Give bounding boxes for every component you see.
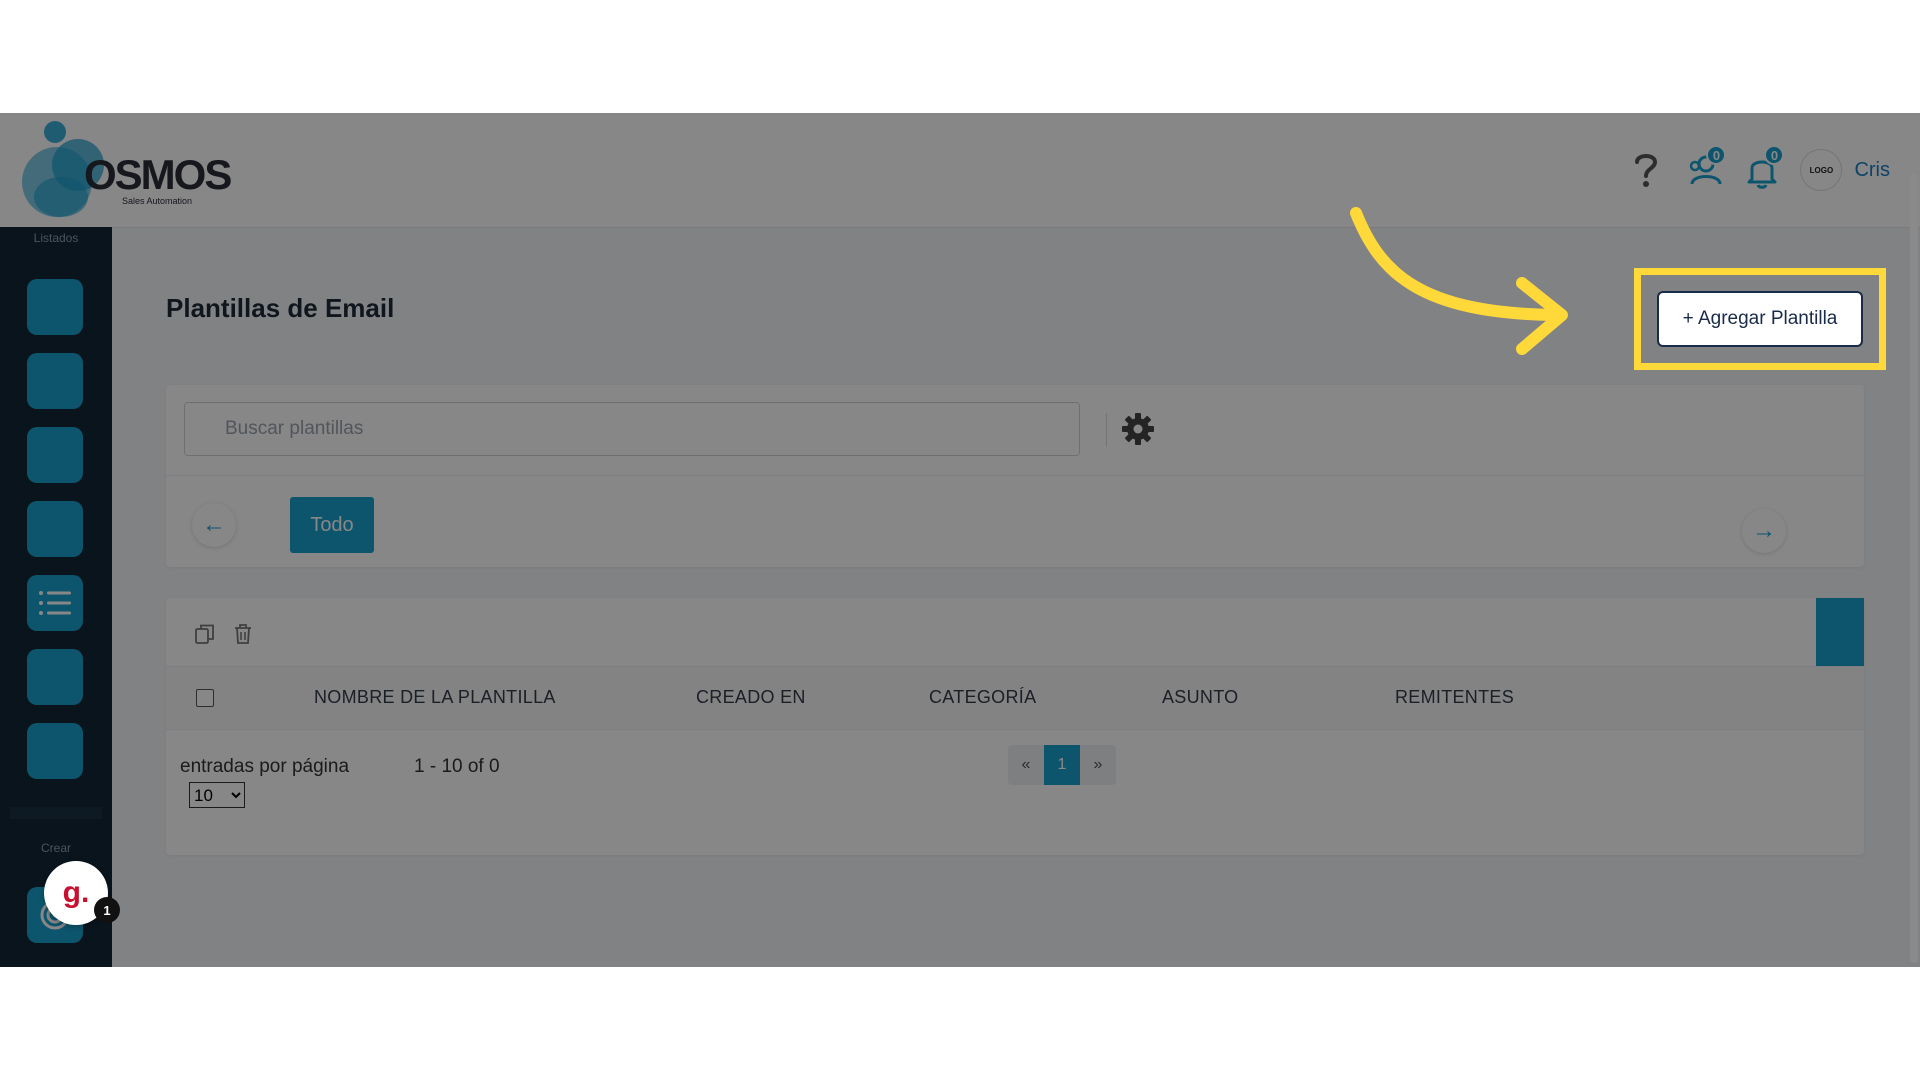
user-name[interactable]: Cris (1854, 159, 1890, 182)
sidebar-item-2[interactable] (27, 353, 83, 409)
sidebar-item-7[interactable] (27, 723, 83, 779)
arrow-left-icon[interactable]: ← (192, 503, 236, 547)
divider (166, 475, 1864, 476)
templates-table-card: NOMBRE DE LA PLANTILLA CREADO EN CATEGOR… (166, 598, 1864, 855)
pointer-arrow-icon (1350, 207, 1568, 355)
osmos-logo[interactable]: OSMOS Sales Automation (22, 121, 232, 221)
bell-icon[interactable]: 0 (1742, 145, 1785, 191)
first-page-button[interactable]: « (1008, 745, 1044, 785)
column-header[interactable]: NOMBRE DE LA PLANTILLA (314, 687, 556, 708)
app-window: OSMOS Sales Automation 0 0 LOGO Cris Lis… (0, 113, 1920, 967)
entries-per-page-label: entradas por página (180, 756, 350, 777)
tab-all[interactable]: Todo (290, 497, 374, 553)
per-page-select[interactable]: 10 (189, 782, 245, 808)
column-header[interactable]: REMITENTES (1395, 687, 1514, 708)
scrollbar[interactable] (1910, 173, 1918, 963)
table-action-button[interactable] (1816, 598, 1864, 666)
arrow-right-icon[interactable]: → (1742, 509, 1786, 553)
pagination-range: 1 - 10 of 0 (414, 756, 500, 777)
contacts-badge: 0 (1706, 145, 1727, 165)
select-all-checkbox[interactable] (196, 689, 214, 707)
sidebar-item-6[interactable] (27, 649, 83, 705)
page-button[interactable]: 1 (1044, 745, 1080, 785)
g-widget-badge: 1 (94, 897, 120, 923)
copy-icon[interactable] (194, 623, 216, 645)
table-header: NOMBRE DE LA PLANTILLA CREADO EN CATEGOR… (166, 666, 1864, 730)
divider (1106, 413, 1107, 447)
filter-card: ← Todo → (166, 385, 1864, 567)
sidebar-item-templates[interactable] (27, 575, 83, 631)
gear-icon[interactable] (1120, 411, 1156, 447)
logo-text: OSMOS (84, 151, 232, 198)
header-actions: 0 0 LOGO Cris (1626, 145, 1890, 191)
list-icon (39, 591, 71, 615)
avatar[interactable]: LOGO (1800, 149, 1843, 191)
highlight-box (1634, 268, 1886, 370)
question-icon[interactable] (1626, 149, 1666, 191)
notifications-badge: 0 (1764, 145, 1785, 165)
g-widget-letter: g. (62, 876, 90, 909)
contacts-icon[interactable]: 0 (1684, 145, 1727, 191)
column-header[interactable]: CATEGORÍA (929, 687, 1036, 708)
avatar-text: LOGO (1809, 165, 1834, 175)
trash-icon[interactable] (232, 623, 254, 645)
sidebar-item-1[interactable] (27, 279, 83, 335)
column-header[interactable]: ASUNTO (1162, 687, 1238, 708)
sidebar: Listados Crear (0, 227, 112, 967)
logo-tagline: Sales Automation (122, 196, 193, 206)
sidebar-item-3[interactable] (27, 427, 83, 483)
sidebar-divider (10, 807, 102, 819)
last-page-button[interactable]: » (1080, 745, 1116, 785)
sidebar-section-create: Crear (40, 841, 71, 855)
sidebar-section-lists: Listados (33, 231, 79, 245)
page-title: Plantillas de Email (166, 293, 395, 323)
sidebar-item-4[interactable] (27, 501, 83, 557)
pagination: « 1 » (1008, 745, 1116, 785)
top-header: OSMOS Sales Automation 0 0 LOGO Cris (0, 113, 1920, 228)
search-input[interactable] (184, 402, 1080, 456)
column-header[interactable]: CREADO EN (696, 687, 806, 708)
